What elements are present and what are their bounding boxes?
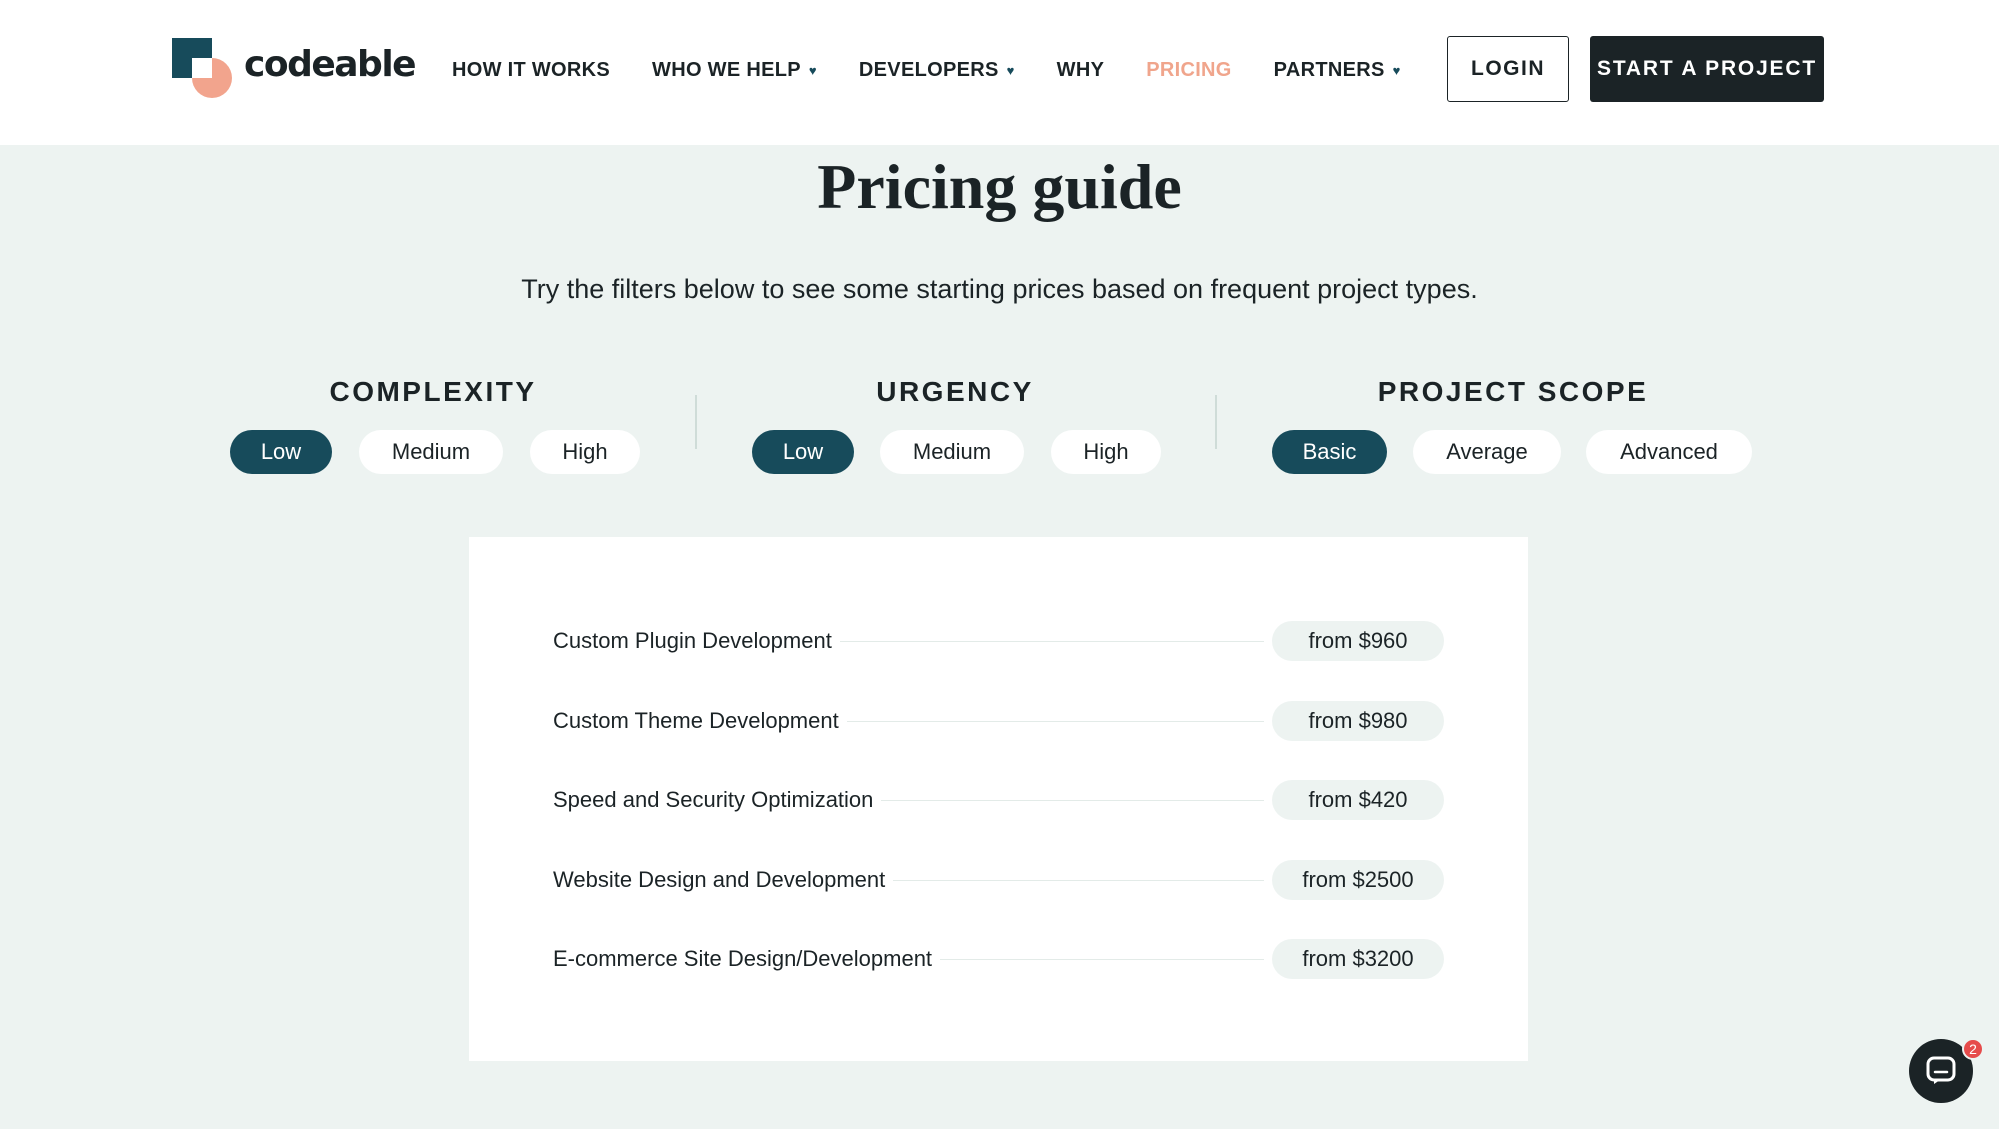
nav-item-partners[interactable]: PARTNERS ♥ [1274,59,1401,82]
filter-divider [1215,395,1217,449]
page-subtitle: Try the filters below to see some starti… [521,274,1478,304]
nav-item-pricing[interactable]: PRICING [1146,59,1231,82]
urgency-option-high[interactable]: High [1051,430,1161,474]
logo-mark-icon [172,38,232,98]
filter-title-urgency: URGENCY [876,376,1034,407]
service-label: E-commerce Site Design/Development [553,946,933,971]
scope-option-average[interactable]: Average [1413,430,1561,474]
filter-divider [695,395,697,449]
brand-logo[interactable]: codeable [172,38,417,98]
row-divider-line [940,958,1264,960]
service-label: Website Design and Development [553,867,886,892]
pricing-row: E-commerce Site Design/Development from … [553,939,1444,979]
pricing-row: Custom Theme Development from $980 [553,701,1444,741]
page-title: Pricing guide [817,151,1182,222]
notification-badge: 2 [1962,1038,1984,1060]
filter-title-complexity: COMPLEXITY [329,376,537,407]
main-nav: HOW IT WORKS WHO WE HELP ♥ DEVELOPERS ♥ … [452,52,1443,88]
scope-option-basic[interactable]: Basic [1272,430,1387,474]
complexity-option-low[interactable]: Low [230,430,332,474]
urgency-option-low[interactable]: Low [752,430,854,474]
chevron-down-icon: ♥ [808,62,817,78]
complexity-option-medium[interactable]: Medium [359,430,503,474]
pricing-row: Custom Plugin Development from $960 [553,621,1444,661]
login-button[interactable]: LOGIN [1447,36,1569,102]
price-badge: from $420 [1272,780,1444,820]
price-badge: from $2500 [1272,860,1444,900]
row-divider-line [846,720,1264,722]
service-label: Custom Theme Development [553,708,839,733]
filter-title-project-scope: PROJECT SCOPE [1377,376,1649,407]
site-header: codeable HOW IT WORKS WHO WE HELP ♥ DEVE… [0,0,1999,145]
filter-group-urgency: URGENCY Low Medium High [744,370,1166,480]
pricing-row: Speed and Security Optimization from $42… [553,780,1444,820]
nav-item-developers[interactable]: DEVELOPERS ♥ [859,59,1015,82]
filter-group-project-scope: PROJECT SCOPE Basic Average Advanced [1263,370,1763,480]
price-badge: from $980 [1272,701,1444,741]
service-label: Speed and Security Optimization [553,787,874,812]
pricing-card: Custom Plugin Development from $960 Cust… [469,537,1528,1061]
scope-option-advanced[interactable]: Advanced [1586,430,1752,474]
nav-item-how-it-works[interactable]: HOW IT WORKS [452,59,610,82]
row-divider-line [839,640,1264,642]
brand-name: codeable [244,43,417,85]
row-divider-line [893,879,1264,881]
pricing-row: Website Design and Development from $250… [553,860,1444,900]
urgency-option-medium[interactable]: Medium [880,430,1024,474]
chat-icon [1926,1056,1956,1084]
chevron-down-icon: ♥ [1392,62,1401,78]
chevron-down-icon: ♥ [1006,62,1015,78]
nav-item-who-we-help[interactable]: WHO WE HELP ♥ [652,59,817,82]
filter-group-complexity: COMPLEXITY Low Medium High [222,370,644,480]
service-label: Custom Plugin Development [553,628,832,653]
row-divider-line [881,799,1264,801]
price-badge: from $3200 [1272,939,1444,979]
price-badge: from $960 [1272,621,1444,661]
nav-item-why[interactable]: WHY [1057,59,1105,82]
complexity-option-high[interactable]: High [530,430,640,474]
start-project-button[interactable]: START A PROJECT [1590,36,1824,102]
